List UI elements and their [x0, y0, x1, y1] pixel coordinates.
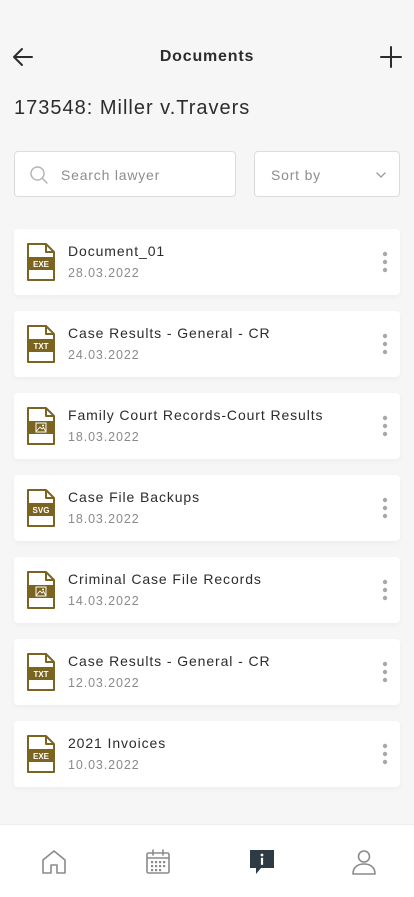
file-image-icon	[27, 407, 55, 445]
document-item[interactable]: Criminal Case File Records 14.03.2022	[14, 557, 400, 623]
search-input[interactable]	[61, 162, 221, 188]
document-name: 2021 Invoices	[68, 735, 167, 751]
document-item[interactable]: Family Court Records-Court Results 18.03…	[14, 393, 400, 459]
document-item[interactable]: EXE Document_01 28.03.2022	[14, 229, 400, 295]
file-svg-icon: SVG	[27, 489, 55, 527]
document-item[interactable]: SVG Case File Backups 18.03.2022	[14, 475, 400, 541]
document-date: 28.03.2022	[68, 266, 140, 280]
add-icon[interactable]	[378, 44, 404, 70]
sort-label: Sort by	[271, 167, 321, 183]
calendar-icon[interactable]	[143, 847, 173, 877]
home-icon[interactable]	[39, 847, 69, 877]
document-name: Document_01	[68, 243, 166, 259]
document-item[interactable]: EXE 2021 Invoices 10.03.2022	[14, 721, 400, 787]
file-exe-icon: EXE	[27, 243, 55, 281]
case-title: 173548: Miller v.Travers	[14, 97, 251, 119]
file-exe-icon: EXE	[27, 735, 55, 773]
chevron-down-icon	[376, 172, 386, 178]
top-bar: Documents	[0, 36, 414, 80]
more-vertical-icon[interactable]	[378, 578, 392, 602]
file-image-icon	[27, 571, 55, 609]
search-icon	[30, 166, 48, 184]
more-vertical-icon[interactable]	[378, 660, 392, 684]
info-chat-icon[interactable]	[247, 847, 277, 877]
file-txt-icon: TXT	[27, 325, 55, 363]
document-item[interactable]: TXT Case Results - General - CR 12.03.20…	[14, 639, 400, 705]
svg-text:EXE: EXE	[33, 260, 50, 269]
svg-text:EXE: EXE	[33, 752, 50, 761]
page-title: Documents	[159, 48, 255, 65]
more-vertical-icon[interactable]	[378, 742, 392, 766]
profile-icon[interactable]	[349, 847, 379, 877]
document-date: 10.03.2022	[68, 758, 140, 772]
file-txt-icon: TXT	[27, 653, 55, 691]
more-vertical-icon[interactable]	[378, 496, 392, 520]
document-name: Case Results - General - CR	[68, 325, 271, 341]
document-list: EXE Document_01 28.03.2022 TXT Case Resu…	[14, 229, 400, 803]
document-date: 12.03.2022	[68, 676, 140, 690]
bottom-tab-bar	[0, 824, 414, 897]
document-date: 18.03.2022	[68, 430, 140, 444]
svg-text:SVG: SVG	[33, 506, 50, 515]
document-name: Case Results - General - CR	[68, 653, 271, 669]
more-vertical-icon[interactable]	[378, 414, 392, 438]
svg-text:TXT: TXT	[33, 670, 48, 679]
more-vertical-icon[interactable]	[378, 250, 392, 274]
document-date: 18.03.2022	[68, 512, 140, 526]
search-field[interactable]	[14, 151, 236, 197]
document-name: Criminal Case File Records	[68, 571, 262, 587]
document-name: Family Court Records-Court Results	[68, 407, 324, 423]
document-item[interactable]: TXT Case Results - General - CR 24.03.20…	[14, 311, 400, 377]
document-name: Case File Backups	[68, 489, 201, 505]
document-date: 24.03.2022	[68, 348, 140, 362]
document-date: 14.03.2022	[68, 594, 140, 608]
more-vertical-icon[interactable]	[378, 332, 392, 356]
svg-text:TXT: TXT	[33, 342, 48, 351]
sort-dropdown[interactable]: Sort by	[254, 151, 400, 197]
